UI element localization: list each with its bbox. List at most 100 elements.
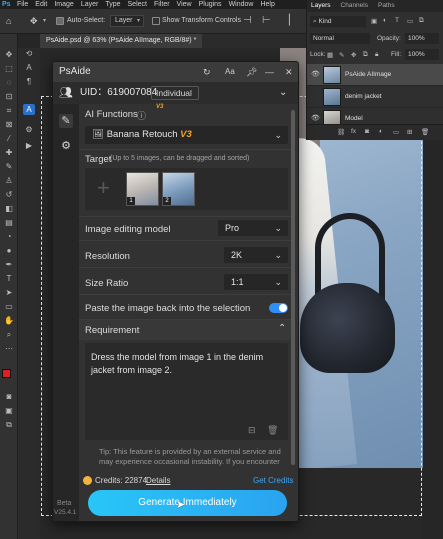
menu-edit[interactable]: Edit (35, 0, 47, 9)
font-size-icon[interactable]: Aa (225, 62, 235, 82)
eyedropper-icon[interactable]: ⁄ (3, 134, 15, 144)
pin-icon[interactable]: 📌︎ (246, 62, 257, 82)
lock-artboard-icon[interactable]: ⧉ (363, 51, 368, 59)
settings-gear-icon[interactable]: ⚙ (59, 139, 73, 153)
layer-row[interactable]: 👁︎ PsAide AIImage (307, 64, 443, 86)
psaide-panel-icon[interactable]: A (23, 104, 35, 115)
size-ratio-dropdown[interactable]: 1:1 ⌄ (224, 274, 288, 290)
move-tool-icon[interactable]: ✥ (30, 16, 38, 27)
blend-mode-dropdown[interactable]: Normal (310, 33, 370, 44)
stamp-tool-icon[interactable]: ♙ (3, 176, 15, 186)
filter-pixel-icon[interactable]: ▣ (371, 17, 377, 25)
hand-tool-icon[interactable]: ✋ (3, 316, 15, 326)
pen-tool-icon[interactable]: ✒ (3, 260, 15, 270)
object-select-icon[interactable]: ⊡ (3, 92, 15, 102)
path-select-icon[interactable]: ➤ (3, 288, 15, 298)
paste-back-toggle[interactable] (269, 303, 288, 313)
visibility-eye-icon[interactable]: 👁︎ (311, 86, 320, 108)
menu-file[interactable]: File (17, 0, 28, 9)
add-mask-icon[interactable]: ◙ (365, 128, 369, 135)
filter-type-icon[interactable]: T (395, 17, 399, 24)
menu-filter[interactable]: Filter (154, 0, 170, 9)
move-tool-icon[interactable]: ✥ (3, 50, 15, 60)
plugin-scrollbar[interactable] (291, 110, 295, 465)
model-dropdown[interactable]: Pro ⌄ (218, 220, 288, 236)
target-thumbnail[interactable]: 2 (162, 172, 195, 206)
requirement-textarea[interactable]: Dress the model from image 1 in the deni… (85, 343, 288, 440)
add-image-icon[interactable]: + (97, 174, 110, 202)
filter-smart-icon[interactable]: ⧉ (419, 17, 424, 25)
transform-controls-checkbox[interactable] (152, 17, 160, 25)
eraser-tool-icon[interactable]: ◧ (3, 204, 15, 214)
image-insert-icon[interactable]: ⊟ (248, 425, 256, 436)
get-credits-link[interactable]: Get Credits (253, 476, 293, 485)
resolution-dropdown[interactable]: 2K ⌄ (224, 247, 288, 263)
requirement-header[interactable]: Requirement ⌃ (79, 320, 294, 340)
menu-plugins[interactable]: Plugins (199, 0, 222, 9)
fx-button[interactable]: fx (351, 128, 356, 135)
brush-tool-icon[interactable]: ✎ (3, 162, 15, 172)
menu-select[interactable]: Select (128, 0, 147, 9)
healing-brush-icon[interactable]: ✚ (3, 148, 15, 158)
link-layers-icon[interactable]: ⛓ (337, 128, 345, 136)
tab-channels[interactable]: Channels (341, 0, 368, 12)
tab-layers[interactable]: Layers (311, 0, 331, 12)
info-icon[interactable]: ⓘ (137, 109, 146, 122)
align-icon[interactable]: ⊣ (243, 15, 252, 26)
paragraph-panel-icon[interactable]: ¶ (23, 76, 35, 87)
delete-layer-icon[interactable]: 🗑︎ (421, 128, 429, 136)
actions-panel-icon[interactable]: ▶ (23, 140, 35, 151)
artboard-icon[interactable]: ⧉ (3, 420, 15, 430)
screen-mode-icon[interactable]: ▣ (3, 406, 15, 416)
home-icon[interactable]: ⌂ (6, 16, 11, 26)
dodge-tool-icon[interactable]: ● (3, 246, 15, 256)
menu-window[interactable]: Window (229, 0, 254, 9)
menu-view[interactable]: View (177, 0, 192, 9)
adjustment-layer-icon[interactable]: ◐ (379, 128, 383, 135)
details-link[interactable]: Details (146, 476, 170, 485)
lock-pixels-icon[interactable]: ▦ (327, 51, 333, 59)
shape-tool-icon[interactable]: ▭ (3, 302, 15, 312)
align-center-icon[interactable]: ⊢ (262, 15, 271, 26)
minimize-icon[interactable]: — (265, 62, 274, 82)
auto-select-dropdown[interactable]: Layer ▾ (110, 15, 144, 27)
chevron-down-icon[interactable]: ▾ (43, 17, 46, 24)
align-right-icon[interactable]: ▕ (282, 15, 290, 26)
refresh-icon[interactable]: ↻ (203, 62, 211, 82)
lasso-tool-icon[interactable]: ◌ (3, 78, 15, 88)
lock-position-icon[interactable]: ✥ (351, 51, 356, 59)
auto-select-checkbox[interactable] (56, 17, 64, 25)
menu-help[interactable]: Help (260, 0, 274, 9)
document-tab[interactable]: PsAide.psd @ 63% (PsAide AIImage, RGB/8#… (40, 34, 203, 48)
close-icon[interactable]: ✕ (285, 62, 293, 82)
opacity-input[interactable]: 100% (405, 33, 439, 44)
chevron-down-icon[interactable]: ⌄ (279, 82, 287, 104)
frame-tool-icon[interactable]: ⊠ (3, 120, 15, 130)
adjustments-icon[interactable]: ⚙ (23, 124, 35, 135)
menu-image[interactable]: Image (54, 0, 73, 9)
layer-filter-dropdown[interactable]: ⌕ Kind (310, 16, 366, 27)
more-tools-icon[interactable]: ⋯ (3, 344, 15, 354)
generate-button[interactable]: Generate Immediately (88, 490, 287, 516)
target-image-area[interactable]: + 1 2 (85, 168, 288, 210)
filter-adjust-icon[interactable]: ◐ (383, 17, 387, 24)
new-group-icon[interactable]: ▭ (393, 128, 399, 136)
foreground-color-swatch[interactable] (2, 369, 11, 378)
blur-tool-icon[interactable]: ◔ (3, 232, 15, 242)
visibility-eye-icon[interactable]: 👁︎ (311, 64, 320, 86)
zoom-tool-icon[interactable]: ⌕ (3, 330, 15, 340)
gradient-tool-icon[interactable]: ▤ (3, 218, 15, 228)
menu-layer[interactable]: Layer (81, 0, 99, 9)
lock-all-icon[interactable]: 🔒︎ (375, 51, 378, 59)
menu-type[interactable]: Type (105, 0, 120, 9)
lock-paint-icon[interactable]: ✎ (339, 51, 344, 59)
new-layer-icon[interactable]: ⊞ (407, 128, 412, 136)
fill-input[interactable]: 100% (405, 49, 439, 60)
edit-pen-icon[interactable]: ✎ (59, 114, 73, 128)
tab-paths[interactable]: Paths (378, 0, 395, 12)
target-thumbnail[interactable]: 1 (126, 172, 159, 206)
history-panel-icon[interactable]: ⟲ (23, 48, 35, 59)
quick-mask-icon[interactable]: ◙ (3, 392, 15, 402)
filter-shape-icon[interactable]: ▭ (407, 17, 413, 25)
marquee-tool-icon[interactable]: ⬚ (3, 64, 15, 74)
